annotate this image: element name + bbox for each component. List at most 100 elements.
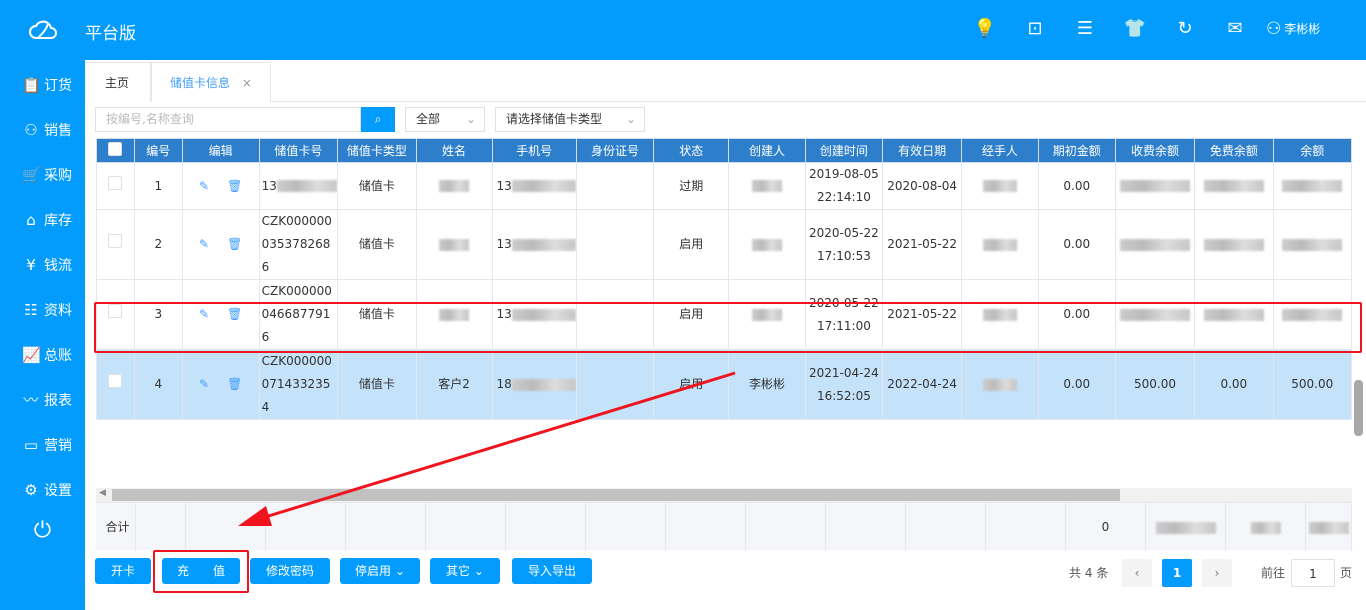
edit-icon[interactable]: ✎: [199, 237, 209, 251]
vertical-scrollbar[interactable]: [1354, 380, 1363, 436]
sidebar-item-label: 销售: [44, 122, 72, 139]
user-name: 李彬彬: [1284, 22, 1321, 36]
cell-no: 4: [154, 377, 163, 391]
sidebar-item-4[interactable]: ¥ 钱流: [0, 242, 85, 287]
horizontal-scrollbar[interactable]: ◀: [96, 488, 1352, 502]
sidebar-item-label: 库存: [44, 212, 72, 229]
column-header: 状态: [653, 138, 730, 163]
column-header: 编辑: [181, 138, 260, 163]
select-all-checkbox[interactable]: [96, 138, 135, 163]
report-icon: 〰: [23, 391, 39, 409]
cell-created: 2019-08-05 22:14:10: [809, 167, 879, 204]
total-count: 共 4 条: [1069, 566, 1109, 580]
shirt-icon[interactable]: 👕: [1110, 18, 1160, 39]
cell-no: 2: [154, 237, 163, 251]
cloud-logo-icon: [29, 20, 57, 39]
sidebar-item-1[interactable]: ⚇ 销售: [0, 107, 85, 152]
search-button[interactable]: ⌕: [361, 107, 395, 132]
cell-type: 储值卡: [358, 377, 395, 391]
scrollbar-thumb[interactable]: [112, 489, 1120, 501]
sidebar-item-7[interactable]: 〰报表: [0, 377, 85, 422]
tab-stored-value-card[interactable]: 储值卡信息 ×: [151, 62, 271, 102]
cell-valid: 2021-05-22: [887, 237, 958, 251]
other-button[interactable]: 其它 ⌄: [430, 558, 500, 584]
cell-valid: 2021-05-22: [887, 307, 958, 321]
scroll-left-icon[interactable]: ◀: [99, 488, 106, 498]
card-table: 编号 编辑 储值卡号 储值卡类型 姓名 手机号 身份证号 状态 创建人 创建时间 有效日期 经手人 期初…: [96, 138, 1352, 420]
chevron-down-icon: ⌄: [473, 564, 484, 578]
cell-card: CZK0000000466877916: [261, 284, 332, 344]
delete-icon[interactable]: 🗑: [227, 307, 242, 321]
open-card-button[interactable]: 开卡: [95, 558, 151, 584]
user-menu[interactable]: ⚇ 李彬彬: [1260, 19, 1366, 39]
change-password-button[interactable]: 修改密码: [250, 558, 330, 584]
next-page-button[interactable]: ›: [1202, 559, 1232, 587]
sidebar-item-0[interactable]: 📋 订货: [0, 62, 85, 107]
column-header: 余额: [1272, 138, 1352, 163]
edit-icon[interactable]: ✎: [199, 377, 209, 391]
monitor-icon: ▭: [23, 435, 39, 454]
prev-page-button[interactable]: ‹: [1122, 559, 1152, 587]
chevron-down-icon: ⌄: [465, 112, 476, 126]
cell-free: 0.00: [1220, 377, 1248, 391]
cell-created: 2021-04-24 16:52:05: [809, 365, 879, 403]
table-row[interactable]: 1 ✎ 🗑 13 储值卡 13 过期 2019-08-05 22:14:10 2020-08-0…: [96, 162, 1352, 210]
column-header: 储值卡类型: [337, 138, 417, 163]
sidebar-item-6[interactable]: 📈 总账: [0, 332, 85, 377]
row-checkbox[interactable]: [96, 162, 135, 210]
card-type-select[interactable]: 请选择储值卡类型 ⌄: [495, 107, 645, 132]
table-viewport: 编号 编辑 储值卡号 储值卡类型 姓名 手机号 身份证号 状态 创建人 创建时间 有效日期 经手人 期初…: [96, 138, 1352, 488]
cell-status: 启用: [679, 237, 704, 251]
goto-page-input[interactable]: 1: [1291, 559, 1335, 587]
sidebar-item-8[interactable]: ▭ 营销: [0, 422, 85, 467]
sidebar-item-label: 总账: [44, 347, 72, 364]
delete-icon[interactable]: 🗑: [227, 237, 242, 251]
table-row[interactable]: 2 ✎ 🗑 CZK0000000353782686 储值卡 13 启用 2020-05-22 …: [96, 209, 1352, 280]
cell-paid: 500.00: [1134, 377, 1177, 391]
cell-bal: 500.00: [1291, 377, 1334, 391]
sidebar-item-2[interactable]: 🛒 采购: [0, 152, 85, 197]
goto-label: 前往: [1261, 566, 1286, 580]
cell-card: 13: [261, 178, 277, 193]
row-checkbox[interactable]: [96, 209, 135, 280]
other-label: 其它: [446, 564, 471, 578]
column-header: 储值卡号: [258, 138, 339, 163]
sidebar-item-3[interactable]: ⌂ 库存: [0, 197, 85, 242]
delete-icon[interactable]: 🗑: [227, 377, 242, 391]
cell-no: 3: [154, 307, 163, 321]
dropdown-box-icon[interactable]: ⊡: [1010, 18, 1060, 39]
status-select[interactable]: 全部 ⌄: [405, 107, 485, 132]
table-row[interactable]: 3 ✎ 🗑 CZK0000000466877916 储值卡 13 启用 2020-05-22 …: [96, 279, 1352, 350]
cart-icon: 🛒: [22, 165, 41, 184]
sidebar-item-9[interactable]: ⚙ 设置: [0, 467, 85, 512]
import-export-button[interactable]: 导入导出: [512, 558, 592, 584]
column-header: 创建人: [728, 138, 806, 163]
column-header: 创建时间: [804, 138, 884, 163]
search-input[interactable]: 按编号,名称查询: [95, 107, 361, 132]
footer-init-total: 0: [1066, 503, 1146, 551]
edit-icon[interactable]: ✎: [199, 179, 209, 193]
delete-icon[interactable]: 🗑: [227, 179, 242, 193]
power-icon[interactable]: ⏻: [0, 518, 85, 543]
table-row[interactable]: 4 ✎ 🗑 CZK0000000714332354 储值卡 客户2 18 启用 李彬彬 2021-…: [96, 349, 1352, 420]
cell-creator: 李彬彬: [749, 377, 786, 391]
chart-icon: 📈: [22, 345, 41, 364]
sidebar-item-5[interactable]: ☷ 资料: [0, 287, 85, 332]
menu-icon[interactable]: ☰: [1060, 18, 1110, 39]
column-header: 免费余额: [1194, 138, 1274, 163]
toggle-status-button[interactable]: 停启用 ⌄: [340, 558, 420, 584]
bulb-icon[interactable]: 💡: [960, 18, 1010, 39]
tab-home[interactable]: 主页: [85, 62, 151, 102]
mail-icon[interactable]: ✉: [1210, 18, 1260, 39]
edit-icon[interactable]: ✎: [199, 307, 209, 321]
close-icon[interactable]: ×: [242, 76, 252, 90]
page-1-button[interactable]: 1: [1162, 559, 1192, 587]
cell-valid: 2020-08-04: [887, 178, 958, 193]
row-checkbox[interactable]: [96, 279, 135, 350]
refresh-icon[interactable]: ↻: [1160, 18, 1210, 39]
row-checkbox[interactable]: [96, 349, 135, 420]
cell-card: CZK0000000353782686: [261, 214, 332, 274]
page-suffix: 页: [1340, 566, 1353, 580]
recharge-button[interactable]: 充 值: [162, 558, 240, 584]
cell-phone: 13: [496, 307, 512, 321]
